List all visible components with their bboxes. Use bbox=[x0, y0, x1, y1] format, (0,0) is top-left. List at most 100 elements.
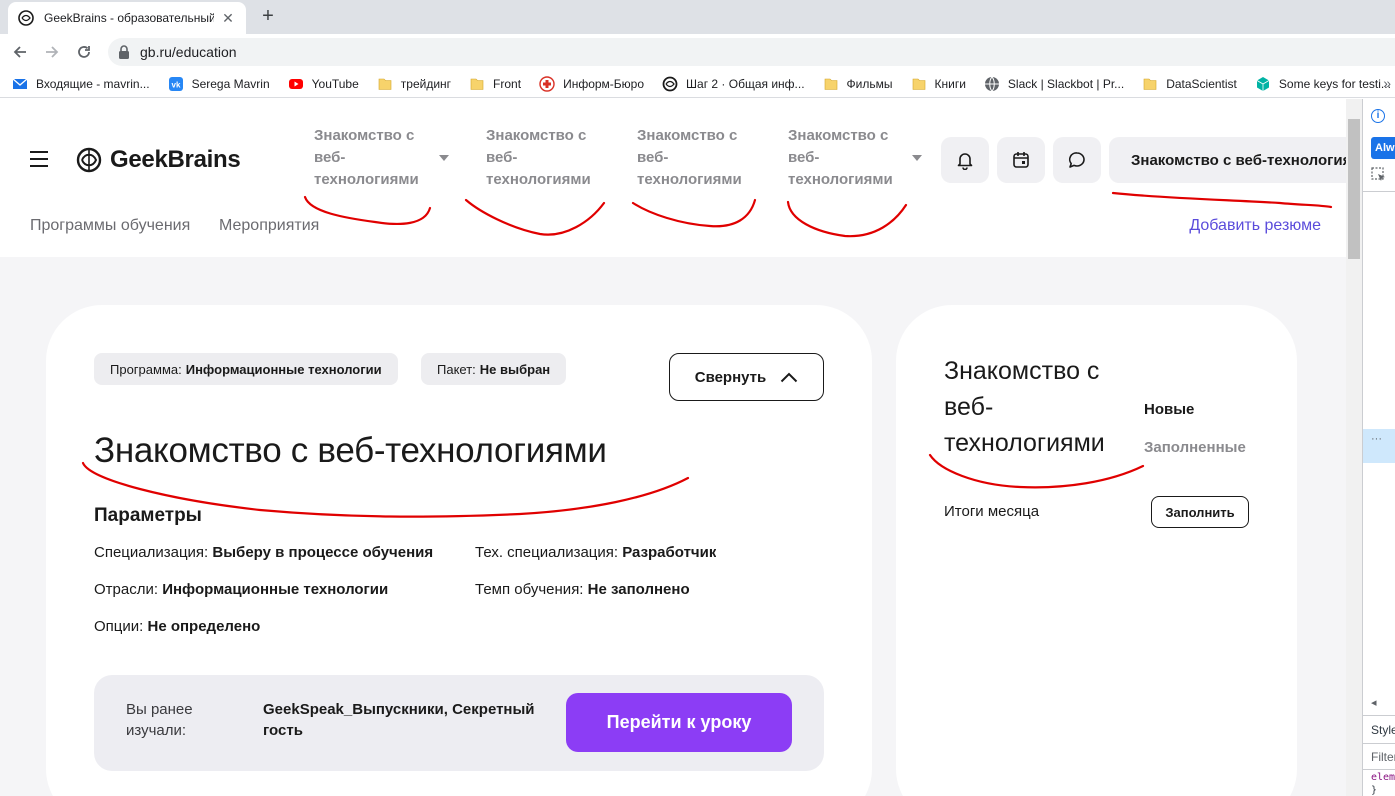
page-content: GeekBrains Знакомство с веб-технологиями… bbox=[0, 99, 1346, 796]
url-text: gb.ru/education bbox=[140, 44, 237, 60]
package-chip: Пакет: Не выбран bbox=[421, 353, 567, 385]
program-chip: Программа: Информационные технологии bbox=[94, 353, 398, 385]
bell-icon bbox=[957, 153, 973, 170]
bookmark-item[interactable]: Front bbox=[469, 76, 521, 92]
calendar-button[interactable] bbox=[997, 137, 1045, 183]
devtools-brace: } bbox=[1371, 785, 1378, 796]
course-select[interactable]: Знакомство с веб-технологиями bbox=[1109, 137, 1346, 183]
add-resume-link[interactable]: Добавить резюме bbox=[1189, 217, 1321, 235]
devtools-filter-input[interactable]: Filter bbox=[1371, 750, 1395, 764]
mail-icon bbox=[12, 77, 28, 89]
bookmark-item[interactable]: Some keys for testi... bbox=[1255, 76, 1391, 92]
devtools-divider bbox=[1363, 191, 1395, 192]
bookmark-label: YouTube bbox=[311, 76, 359, 91]
vk-icon: vk bbox=[168, 76, 183, 91]
info-icon[interactable]: i bbox=[1371, 109, 1385, 123]
notifications-button[interactable] bbox=[941, 137, 989, 183]
bookmark-item[interactable]: Книги bbox=[911, 76, 966, 92]
bookmark-item[interactable]: Входящие - mavrin... bbox=[12, 76, 150, 92]
course-title: Знакомство с веб-технологиями bbox=[94, 431, 607, 470]
course-select-value: Знакомство с веб-технологиями bbox=[1131, 151, 1346, 169]
previous-lesson-box: Вы ранее изучали: GeekSpeak_Выпускники, … bbox=[94, 675, 824, 771]
chat-icon bbox=[1068, 152, 1085, 168]
devtools-divider bbox=[1363, 769, 1395, 770]
param-value: Не определено bbox=[147, 618, 261, 635]
package-chip-label: Пакет: bbox=[437, 361, 476, 377]
bookmark-item[interactable]: Информ-Бюро bbox=[539, 75, 645, 92]
browser-tab[interactable]: GeekBrains - образовательный п ✕ bbox=[8, 2, 246, 34]
collapse-button[interactable]: Свернуть bbox=[669, 353, 824, 401]
devtools-styles-tab[interactable]: Style bbox=[1371, 723, 1395, 737]
cube-icon bbox=[1256, 76, 1270, 91]
devtools-ellipsis: ··· bbox=[1371, 433, 1382, 445]
folder-icon bbox=[912, 78, 925, 90]
param-label: Тех. специализация: bbox=[475, 544, 619, 561]
subnav-events[interactable]: Мероприятия bbox=[219, 217, 319, 235]
folder-icon bbox=[470, 78, 484, 90]
param-value: Разработчик bbox=[622, 544, 717, 561]
bookmark-label: DataScientist bbox=[1166, 76, 1237, 91]
bookmark-item[interactable]: vk Serega Mavrin bbox=[168, 76, 270, 92]
devtools-panel: i Alw ··· ◂ Style Filter eleme } bbox=[1362, 99, 1395, 796]
messages-button[interactable] bbox=[1053, 137, 1101, 183]
param-label: Опции: bbox=[94, 618, 144, 635]
chevron-down-icon[interactable] bbox=[912, 155, 922, 161]
bookmark-item[interactable]: Шаг 2 · Общая инф... bbox=[662, 76, 805, 92]
bookmark-item[interactable]: YouTube bbox=[288, 76, 359, 92]
new-tab-icon[interactable]: + bbox=[256, 5, 280, 29]
month-results-label: Итоги месяца bbox=[944, 503, 1040, 520]
svg-text:vk: vk bbox=[171, 80, 180, 89]
bookmarks-overflow-icon[interactable]: » bbox=[1383, 75, 1391, 91]
tab-filled[interactable]: Заполненные bbox=[1144, 439, 1246, 456]
devtools-always-button[interactable]: Alw bbox=[1371, 137, 1395, 159]
bookmark-item[interactable]: Slack | Slackbot | Pr... bbox=[984, 76, 1124, 92]
bookmark-label: Входящие - mavrin... bbox=[36, 76, 150, 91]
param-label: Темп обучения: bbox=[475, 581, 584, 598]
bookmark-item[interactable]: DataScientist bbox=[1142, 76, 1237, 92]
go-to-lesson-button[interactable]: Перейти к уроку bbox=[566, 693, 792, 752]
bookmark-label: Slack | Slackbot | Pr... bbox=[1007, 76, 1125, 91]
bookmark-label: трейдинг bbox=[400, 76, 452, 91]
devtools-divider bbox=[1363, 743, 1395, 744]
bookmark-label: Serega Mavrin bbox=[191, 76, 270, 91]
param-industries: Отрасли: Информационные технологии bbox=[94, 581, 388, 598]
element-picker-icon[interactable] bbox=[1371, 167, 1387, 183]
nav-item-3[interactable]: Знакомство с веб-технологиями bbox=[637, 125, 759, 191]
page-scrollbar[interactable] bbox=[1346, 99, 1362, 796]
bookmark-label: Фильмы bbox=[846, 76, 893, 91]
bookmark-item[interactable]: Фильмы bbox=[823, 76, 893, 92]
address-bar[interactable]: gb.ru/education bbox=[108, 38, 1395, 66]
logo-text: GeekBrains bbox=[110, 146, 241, 173]
hamburger-menu-icon[interactable] bbox=[30, 151, 48, 167]
subnav-programs[interactable]: Программы обучения bbox=[30, 217, 190, 235]
side-card: Знакомство с веб-технологиями Новые Запо… bbox=[896, 305, 1297, 796]
geekbrains-logo[interactable]: GeekBrains bbox=[76, 146, 241, 174]
package-chip-value: Не выбран bbox=[479, 361, 551, 377]
scrollbar-thumb[interactable] bbox=[1348, 119, 1360, 259]
tab-title: GeekBrains - образовательный п bbox=[44, 11, 214, 25]
fill-button[interactable]: Заполнить bbox=[1151, 496, 1249, 528]
side-card-title: Знакомство с веб-технологиями bbox=[944, 357, 1105, 457]
chevron-down-icon[interactable] bbox=[439, 155, 449, 161]
nav-item-2[interactable]: Знакомство с веб-технологиями bbox=[486, 125, 608, 191]
tab-close-icon[interactable]: ✕ bbox=[220, 10, 236, 27]
param-value: Не заполнено bbox=[587, 581, 690, 598]
reload-icon[interactable] bbox=[72, 40, 96, 64]
previous-lesson-value: GeekSpeak_Выпускники, Секретный гость bbox=[263, 701, 535, 739]
lock-icon[interactable] bbox=[118, 45, 130, 59]
bookmark-label: Some keys for testi... bbox=[1278, 76, 1391, 91]
red-cross-icon bbox=[539, 75, 555, 92]
nav-item-1[interactable]: Знакомство с веб-технологиями bbox=[314, 125, 436, 191]
bookmark-label: Информ-Бюро bbox=[563, 76, 645, 91]
devtools-divider bbox=[1363, 715, 1395, 716]
forward-icon[interactable] bbox=[40, 40, 64, 64]
back-icon[interactable] bbox=[8, 40, 32, 64]
chevron-up-icon bbox=[781, 372, 798, 382]
bookmark-item[interactable]: трейдинг bbox=[377, 76, 451, 92]
collapse-left-icon[interactable]: ◂ bbox=[1371, 696, 1377, 709]
program-chip-label: Программа: bbox=[110, 361, 182, 377]
browser-tabstrip: GeekBrains - образовательный п ✕ + bbox=[0, 0, 1395, 34]
tab-new[interactable]: Новые bbox=[1144, 401, 1194, 418]
nav-item-4[interactable]: Знакомство с веб-технологиями bbox=[788, 125, 910, 191]
site-header: GeekBrains Знакомство с веб-технологиями… bbox=[0, 99, 1346, 257]
